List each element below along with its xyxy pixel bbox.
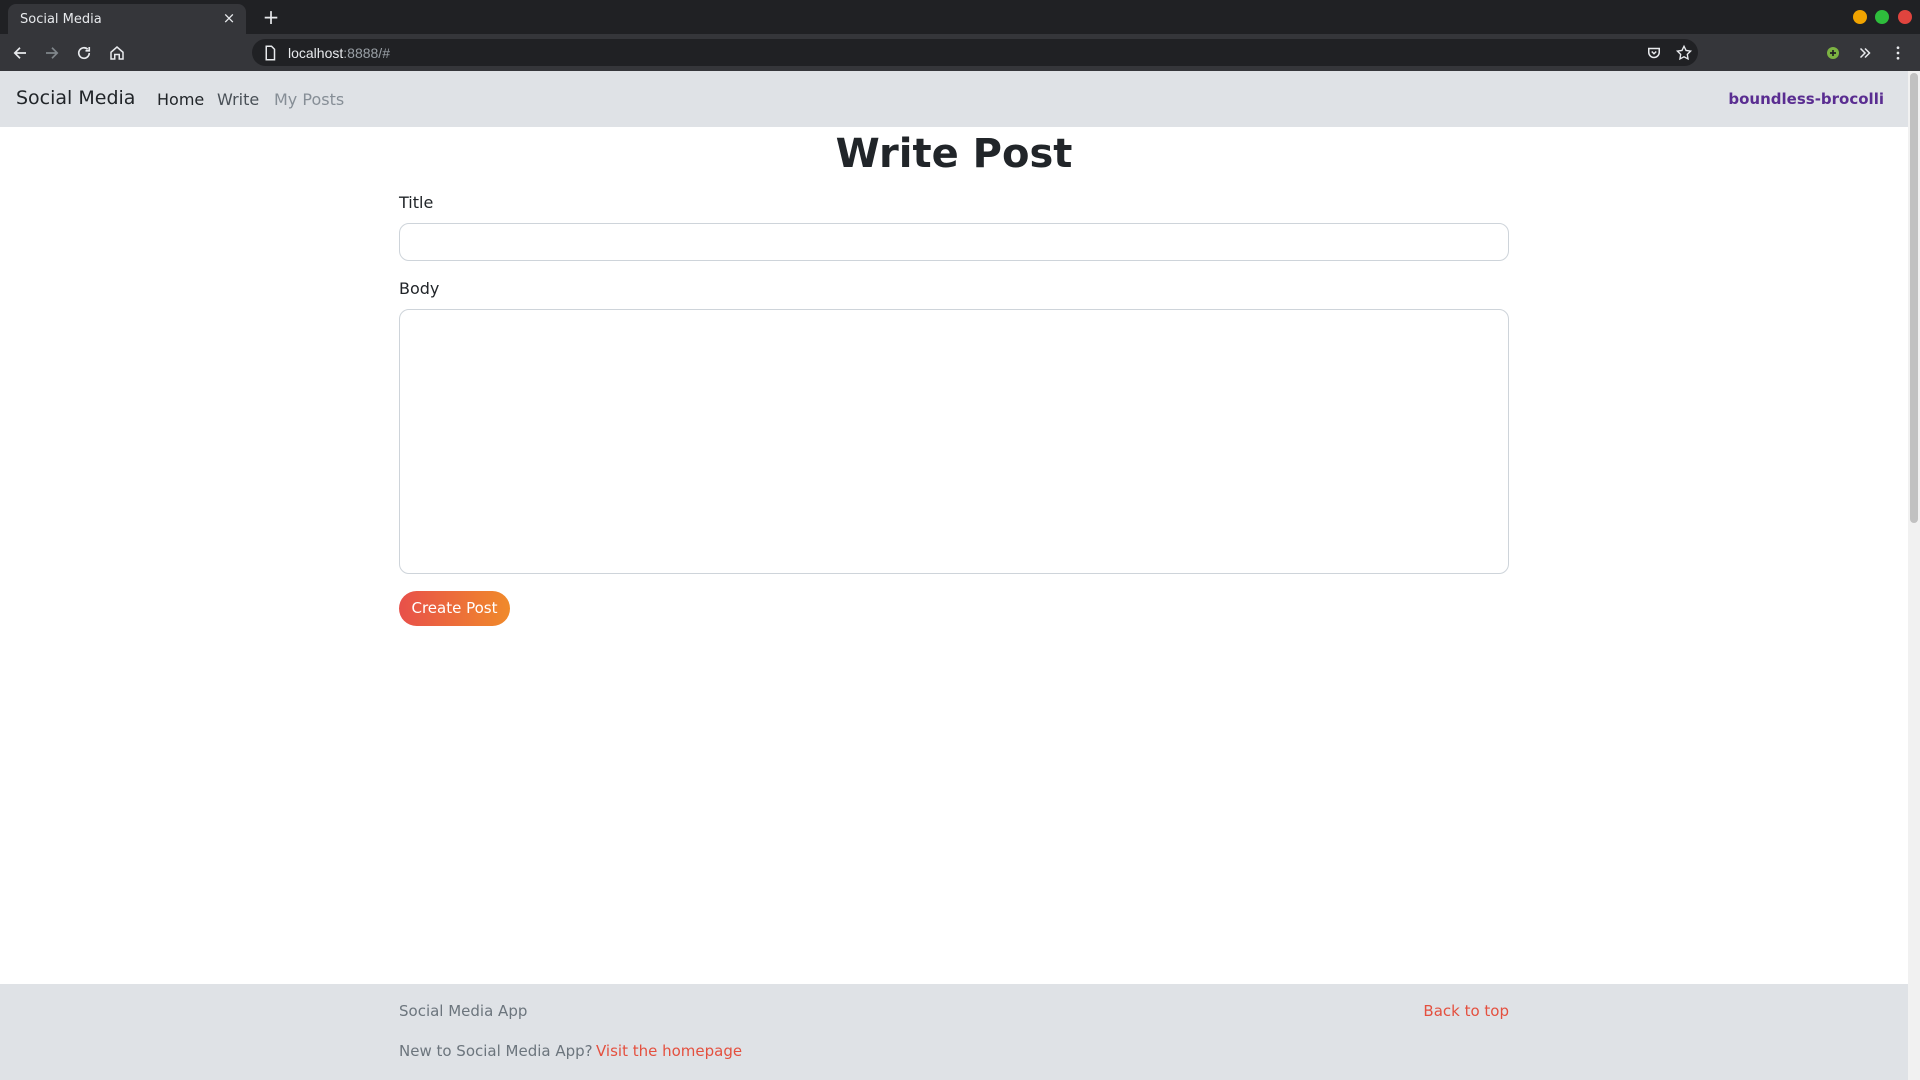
home-icon[interactable] [105, 41, 129, 65]
nav-link-write[interactable]: Write [217, 90, 259, 109]
username-link[interactable]: boundless-brocolli [1728, 90, 1884, 108]
close-tab-icon[interactable]: × [220, 9, 238, 27]
page-scrollbar[interactable] [1908, 71, 1920, 1080]
footer-app-name: Social Media App [399, 1002, 528, 1020]
page-info-icon[interactable] [258, 41, 282, 65]
title-label: Title [399, 193, 434, 212]
bookmark-star-icon[interactable] [1672, 41, 1696, 65]
page-viewport: Social Media Home Write My Posts boundle… [0, 71, 1908, 1080]
minimize-window-button[interactable] [1853, 10, 1867, 24]
site-footer: Social Media App Back to top New to Soci… [0, 984, 1908, 1080]
new-tab-icon[interactable]: + [260, 6, 282, 28]
title-input[interactable] [399, 223, 1509, 261]
nav-link-home[interactable]: Home [157, 90, 204, 109]
browser-tabstrip: Social Media × + [0, 0, 1920, 34]
maximize-window-button[interactable] [1875, 10, 1889, 24]
page-title: Write Post [835, 131, 1073, 177]
create-post-button[interactable]: Create Post [399, 591, 510, 626]
overflow-chevrons-icon[interactable] [1853, 41, 1877, 65]
body-label: Body [399, 279, 440, 298]
back-arrow-icon[interactable] [8, 41, 32, 65]
site-navbar: Social Media Home Write My Posts boundle… [0, 71, 1908, 127]
site-brand-link[interactable]: Social Media [16, 87, 135, 109]
browser-tab[interactable]: Social Media × [8, 4, 246, 34]
visit-homepage-link[interactable]: Visit the homepage [596, 1042, 742, 1060]
reload-icon[interactable] [72, 41, 96, 65]
browser-menu-icon[interactable] [1886, 41, 1910, 65]
close-window-button[interactable] [1898, 10, 1912, 24]
nav-link-my-posts[interactable]: My Posts [274, 90, 344, 109]
extension-icon[interactable] [1821, 41, 1845, 65]
browser-toolbar: localhost:8888/# [0, 34, 1920, 71]
url-host: localhost [288, 45, 344, 61]
url-text: localhost:8888/# [288, 45, 390, 61]
url-path: :8888/# [343, 45, 390, 61]
body-textarea[interactable] [399, 309, 1509, 574]
tab-title: Social Media [20, 12, 102, 27]
forward-arrow-icon[interactable] [40, 41, 64, 65]
footer-new-prompt: New to Social Media App? [399, 1042, 593, 1060]
back-to-top-link[interactable]: Back to top [1423, 1002, 1509, 1020]
address-bar[interactable]: localhost:8888/# [252, 39, 1698, 66]
scrollbar-thumb[interactable] [1910, 73, 1918, 523]
pocket-icon[interactable] [1642, 41, 1666, 65]
